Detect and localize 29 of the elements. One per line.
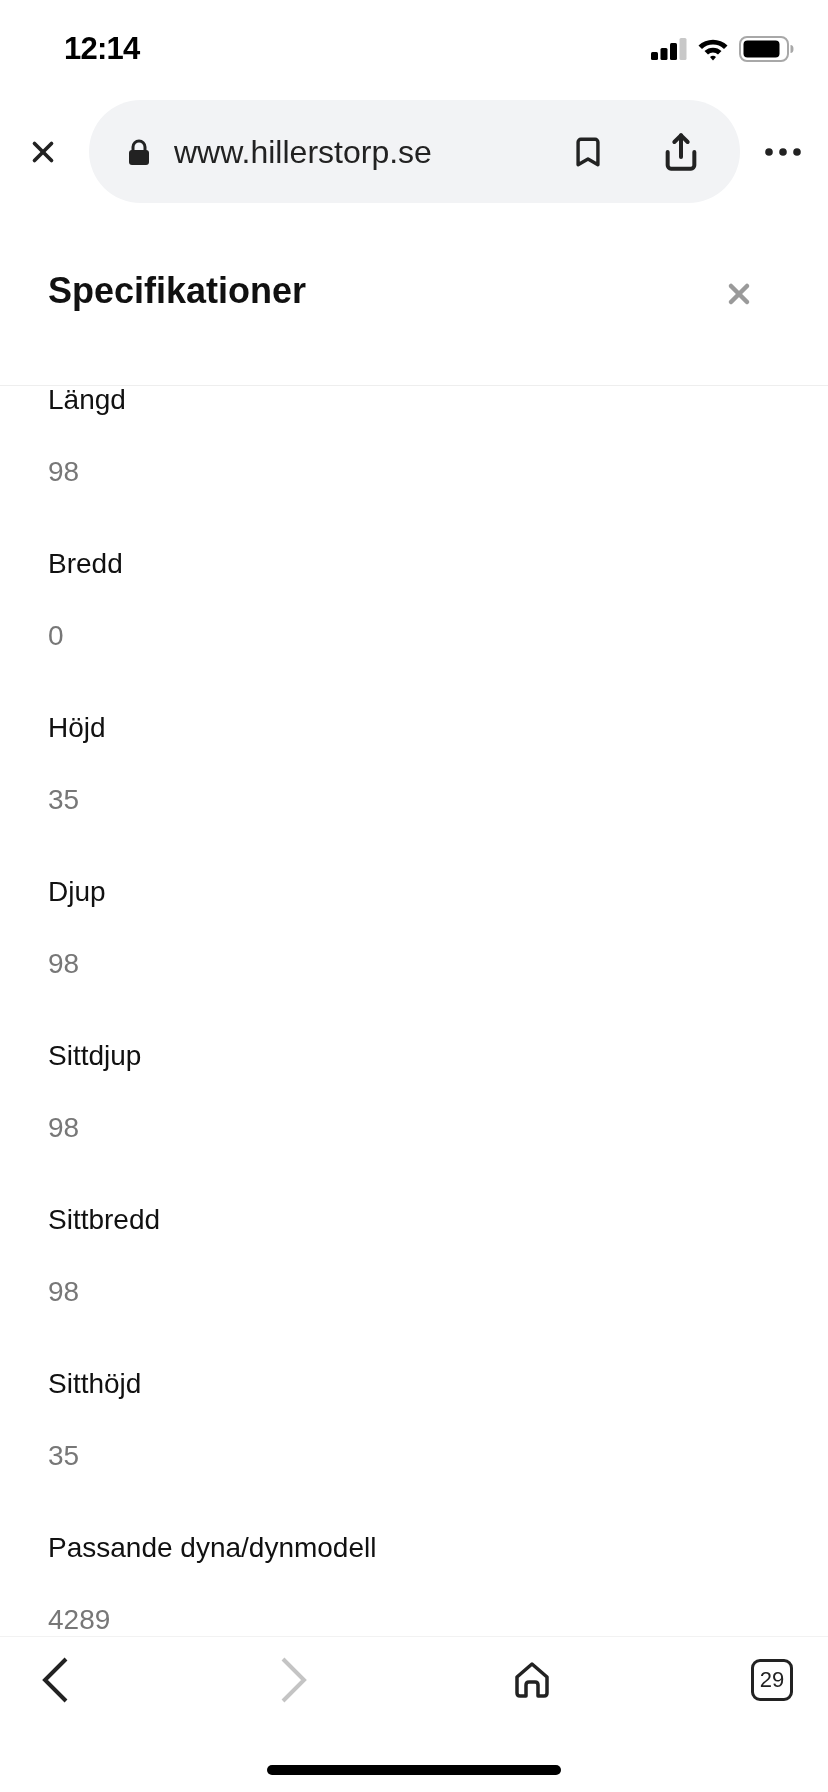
chevron-right-icon [280,1657,307,1703]
spec-label: Sittbredd [48,1206,161,1234]
house-icon [513,1661,552,1699]
spec-label: Djup [48,878,106,906]
spec-value: 98 [48,1278,80,1306]
battery-icon [739,36,794,62]
chevron-left-icon [42,1657,68,1703]
status-time: 12:14 [64,29,140,68]
address-bar[interactable]: www.hillerstorp.se [89,100,740,203]
spec-label: Längd [48,386,126,414]
more-icon [765,147,801,156]
tabs-button[interactable]: 29 [750,1659,793,1701]
url-text[interactable]: www.hillerstorp.se [174,127,571,176]
signal-icon [651,38,687,60]
spec-value: 0 [48,622,64,650]
spec-value: 35 [48,786,80,814]
spec-label: Sitthöjd [48,1370,142,1398]
spec-value: 4289 [48,1606,111,1634]
spec-value: 35 [48,1442,80,1470]
spec-label: Höjd [48,714,106,742]
spec-label: Bredd [48,550,123,578]
spec-label: Sittdjup [48,1042,142,1070]
panel-title: Specifikationer [48,269,307,313]
spec-value: 98 [48,1114,80,1142]
lock-icon [128,138,150,165]
spec-label: Passande dyna/dynmodell [48,1534,377,1562]
spec-value: 98 [48,458,80,486]
spec-value: 98 [48,950,80,978]
wifi-icon [697,37,729,61]
